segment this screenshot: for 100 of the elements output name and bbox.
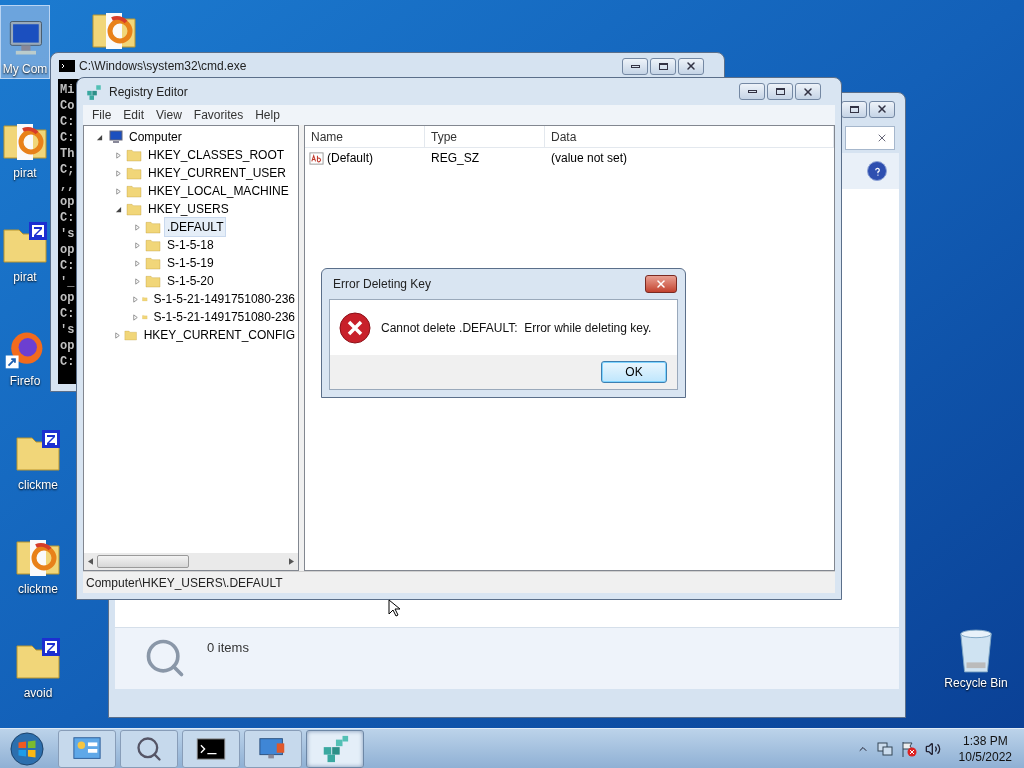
maximize-icon [849, 105, 859, 113]
flag-icon[interactable] [900, 740, 917, 757]
scroll-left-icon[interactable] [88, 558, 93, 565]
column-header[interactable]: Data [545, 126, 834, 147]
menu-item[interactable]: Help [250, 106, 285, 124]
error-message: Cannot delete .DEFAULT: Error while deleting key. [381, 319, 652, 337]
minimize-button[interactable] [739, 83, 765, 100]
console-text: Th [60, 148, 75, 161]
close-button[interactable] [678, 57, 704, 75]
tree-item[interactable]: S-1-5-19 [164, 253, 217, 273]
close-button[interactable] [869, 100, 895, 118]
console-text: 's [60, 228, 75, 241]
folder-icon [145, 255, 161, 271]
folder-icon [126, 147, 142, 163]
maximize-icon [775, 88, 785, 95]
console-text: op [60, 292, 75, 305]
close-icon [802, 85, 814, 98]
recycle-bin-icon [957, 628, 995, 674]
tree-item[interactable]: HKEY_CLASSES_ROOT [145, 145, 288, 165]
window-title: C:\Windows\system32\cmd.exe [79, 58, 248, 75]
tree-item[interactable]: HKEY_USERS [145, 199, 232, 219]
expand-arrow-icon[interactable] [132, 295, 139, 303]
menu-item[interactable]: View [151, 106, 187, 124]
folder-icon [145, 219, 161, 235]
console-text: C: [60, 308, 75, 321]
cursor-icon [388, 599, 400, 617]
tree-item[interactable]: HKEY_LOCAL_MACHINE [145, 181, 292, 201]
command-prompt-icon [196, 737, 226, 760]
error-icon [339, 311, 371, 344]
column-header[interactable]: Name [305, 126, 425, 147]
network-icon[interactable] [876, 740, 893, 757]
console-text: op [60, 244, 75, 257]
expand-arrow-icon[interactable] [132, 313, 139, 321]
folder-icon [124, 327, 138, 343]
item-count: 0 items [207, 639, 249, 657]
help-icon[interactable] [867, 161, 887, 181]
maximize-button[interactable] [841, 100, 867, 118]
menu-item[interactable]: Favorites [188, 106, 249, 124]
tree-item[interactable]: S-1-5-21-1491751080-236 [150, 307, 298, 327]
table-cell-text: (value not set) [550, 150, 629, 167]
close-icon [655, 278, 667, 290]
close-icon [876, 132, 888, 144]
maximize-icon [658, 62, 668, 70]
tree-item[interactable]: S-1-5-20 [164, 271, 217, 291]
command-prompt-icon [59, 60, 75, 72]
tree-item[interactable]: HKEY_CURRENT_CONFIG [140, 325, 298, 345]
console-text: C: [60, 212, 75, 225]
clock-time: 1:38 PM [962, 732, 1008, 749]
close-icon [685, 60, 697, 72]
scroll-right-icon[interactable] [289, 558, 294, 565]
close-button[interactable] [645, 275, 677, 293]
console-text: C; [60, 164, 75, 177]
scrollbar-thumb[interactable] [97, 555, 189, 568]
console-text: Co [60, 100, 75, 113]
console-text: '_ [60, 276, 75, 289]
folder-icon [126, 183, 142, 199]
minimize-icon [630, 64, 640, 68]
console-text: C: [60, 116, 75, 129]
search-icon [135, 734, 163, 763]
console-text: C: [60, 260, 75, 273]
maximize-button[interactable] [650, 57, 676, 75]
dialog-title: Error Deleting Key [333, 276, 433, 293]
taskbar-button[interactable] [182, 729, 240, 768]
status-bar-text: Computer\HKEY_USERS\.DEFAULT [86, 574, 283, 592]
menu-item[interactable]: Edit [118, 106, 150, 124]
console-text: C: [60, 356, 75, 369]
tree-item[interactable]: .DEFAULT [164, 217, 227, 237]
horizontal-scrollbar[interactable] [84, 553, 298, 570]
minimize-icon [747, 90, 757, 93]
console-text: C: [60, 132, 75, 145]
tree-item[interactable]: S-1-5-18 [164, 235, 217, 255]
tree-item[interactable]: S-1-5-21-1491751080-236 [150, 289, 298, 309]
folder-icon [126, 201, 142, 217]
tree-item[interactable]: HKEY_CURRENT_USER [145, 163, 290, 183]
cubes-icon [85, 82, 103, 101]
folder-icon [145, 237, 161, 253]
menu-item[interactable]: File [87, 106, 117, 124]
console-text: Mi [60, 84, 75, 97]
folder-icon [145, 273, 161, 289]
table-cell-text: REG_SZ [430, 150, 480, 167]
speaker-icon[interactable] [924, 740, 941, 757]
tree-item[interactable]: Computer [126, 127, 185, 147]
folder-icon [126, 165, 142, 181]
clock-date: 10/5/2022 [958, 748, 1012, 765]
close-button[interactable] [795, 83, 821, 100]
console-text: op [60, 196, 75, 209]
ok-button[interactable]: OK [601, 361, 667, 383]
search-field[interactable] [845, 126, 895, 150]
string-value-icon [309, 150, 324, 166]
windows-logo-icon [10, 731, 44, 766]
column-header[interactable]: Type [425, 126, 545, 147]
console-text: 's [60, 324, 75, 337]
computer-icon [107, 129, 123, 145]
window-title: Registry Editor [109, 83, 189, 101]
close-icon [876, 103, 888, 115]
maximize-button[interactable] [767, 83, 793, 100]
console-text: ,, [60, 180, 75, 193]
console-text: op [60, 340, 75, 353]
minimize-button[interactable] [622, 57, 648, 75]
table-cell-text: (Default) [327, 150, 373, 167]
